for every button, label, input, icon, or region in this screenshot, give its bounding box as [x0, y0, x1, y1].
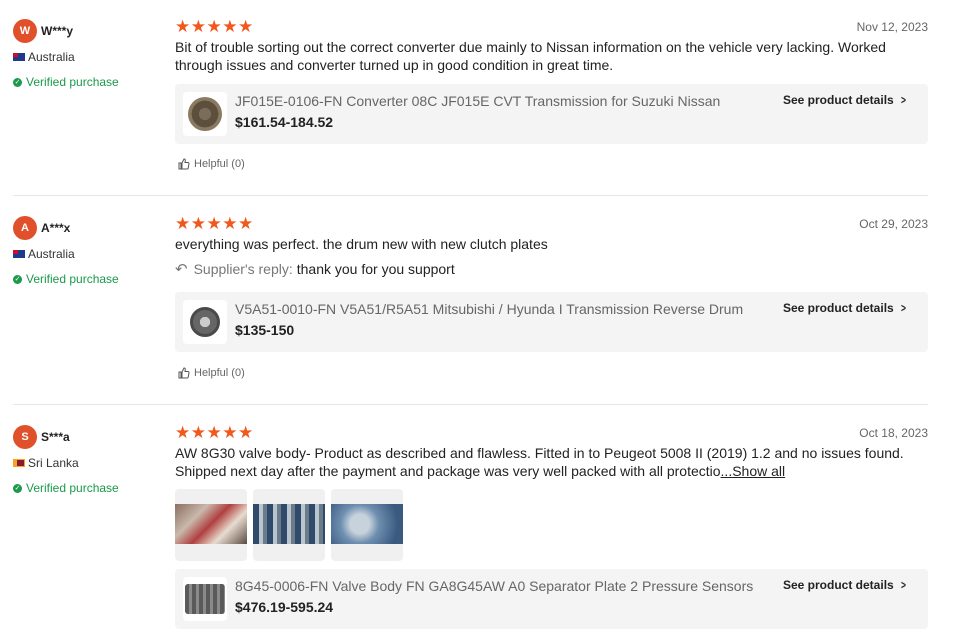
product-price: $161.54-184.52: [235, 114, 334, 130]
chevron-right-icon: >: [900, 578, 906, 592]
verified-label: Verified purchase: [26, 272, 119, 286]
verified-badge: ✓ Verified purchase: [13, 481, 119, 495]
product-thumbnail[interactable]: [183, 300, 227, 344]
review-date: Oct 18, 2023: [859, 426, 928, 440]
see-product-details-link[interactable]: See product details >: [783, 578, 907, 592]
product-title[interactable]: JF015E-0106-FN Converter 08C JF015E CVT …: [235, 93, 770, 109]
star-icon: ★: [206, 214, 222, 233]
review-date: Oct 29, 2023: [859, 217, 928, 231]
star-icon: ★: [175, 423, 191, 442]
thumbs-up-icon: [178, 367, 190, 379]
star-icon: ★: [222, 214, 238, 233]
star-icon: ★: [222, 17, 238, 36]
product-card[interactable]: JF015E-0106-FN Converter 08C JF015E CVT …: [175, 84, 928, 144]
valve-body-image: [185, 584, 225, 614]
check-circle-icon: ✓: [13, 77, 22, 87]
star-icon: ★: [238, 423, 254, 442]
supplier-reply: ↶ Supplier's reply: thank you for you su…: [175, 260, 455, 278]
helpful-button[interactable]: Helpful (0): [178, 367, 245, 379]
thumbs-up-icon: [178, 158, 190, 170]
star-icon: ★: [206, 17, 222, 36]
review-date: Nov 12, 2023: [856, 20, 928, 34]
supplier-reply-text: thank you for you support: [296, 261, 455, 277]
star-icon: ★: [190, 17, 206, 36]
buyer-country: Australia: [13, 50, 75, 64]
verified-badge: ✓ Verified purchase: [13, 75, 119, 89]
avatar: S: [13, 425, 37, 449]
helpful-label: Helpful (0): [194, 158, 245, 170]
star-icon: ★: [190, 214, 206, 233]
supplier-reply-label: Supplier's reply:: [193, 261, 293, 277]
review-divider: [13, 195, 928, 196]
review-photo[interactable]: [253, 489, 325, 561]
product-title[interactable]: V5A51-0010-FN V5A51/R5A51 Mitsubishi / H…: [235, 301, 770, 317]
review-text-body: AW 8G30 valve body- Product as described…: [175, 445, 904, 479]
product-title[interactable]: 8G45-0006-FN Valve Body FN GA8G45AW A0 S…: [235, 578, 770, 594]
buyer-country: Australia: [13, 247, 75, 261]
review-photo[interactable]: [175, 489, 247, 561]
star-rating: ★ ★ ★ ★ ★: [175, 423, 254, 442]
australia-flag-icon: [13, 250, 25, 258]
helpful-label: Helpful (0): [194, 367, 245, 379]
buyer-name: W***y: [41, 24, 74, 38]
product-card[interactable]: V5A51-0010-FN V5A51/R5A51 Mitsubishi / H…: [175, 292, 928, 352]
buyer-country: Sri Lanka: [13, 456, 79, 470]
helpful-button[interactable]: Helpful (0): [178, 158, 245, 170]
chevron-right-icon: >: [900, 301, 906, 315]
check-circle-icon: ✓: [13, 483, 22, 493]
avatar: A: [13, 216, 37, 240]
buyer-name: A***x: [41, 221, 71, 235]
review-text: Bit of trouble sorting out the correct c…: [175, 39, 886, 73]
chevron-right-icon: >: [900, 93, 906, 107]
australia-flag-icon: [13, 53, 25, 61]
verified-badge: ✓ Verified purchase: [13, 272, 119, 286]
country-label: Australia: [28, 50, 75, 64]
check-circle-icon: ✓: [13, 274, 22, 284]
see-details-label: See product details: [783, 301, 894, 315]
product-thumbnail[interactable]: [183, 577, 227, 621]
avatar: W: [13, 19, 37, 43]
country-label: Sri Lanka: [28, 456, 79, 470]
review-photo[interactable]: [331, 489, 403, 561]
product-thumbnail[interactable]: [183, 92, 227, 136]
star-icon: ★: [238, 17, 254, 36]
star-icon: ★: [222, 423, 238, 442]
show-all-link[interactable]: ...Show all: [721, 463, 786, 479]
drum-image: [190, 307, 220, 337]
star-icon: ★: [190, 423, 206, 442]
product-price: $135-150: [235, 322, 295, 338]
star-icon: ★: [175, 214, 191, 233]
buyer-name: S***a: [41, 430, 70, 444]
converter-image: [188, 97, 222, 131]
star-rating: ★ ★ ★ ★ ★: [175, 214, 254, 233]
valve-body-photo-image: [331, 504, 403, 544]
review-text: AW 8G30 valve body- Product as described…: [175, 444, 915, 480]
star-icon: ★: [175, 17, 191, 36]
review-photos: [175, 489, 409, 561]
see-product-details-link[interactable]: See product details >: [783, 93, 907, 107]
sri-lanka-flag-icon: [13, 459, 25, 467]
review-text: everything was perfect. the drum new wit…: [175, 236, 548, 252]
see-details-label: See product details: [783, 578, 894, 592]
valve-body-photo-image: [253, 504, 325, 544]
see-details-label: See product details: [783, 93, 894, 107]
country-label: Australia: [28, 247, 75, 261]
verified-label: Verified purchase: [26, 75, 119, 89]
reply-arrow-icon: ↶: [175, 261, 188, 278]
star-icon: ★: [238, 214, 254, 233]
product-price: $476.19-595.24: [235, 599, 334, 615]
see-product-details-link[interactable]: See product details >: [783, 301, 907, 315]
product-card[interactable]: 8G45-0006-FN Valve Body FN GA8G45AW A0 S…: [175, 569, 928, 629]
star-icon: ★: [206, 423, 222, 442]
star-rating: ★ ★ ★ ★ ★: [175, 17, 254, 36]
verified-label: Verified purchase: [26, 481, 119, 495]
package-photo-image: [175, 504, 247, 544]
review-divider: [13, 404, 928, 405]
